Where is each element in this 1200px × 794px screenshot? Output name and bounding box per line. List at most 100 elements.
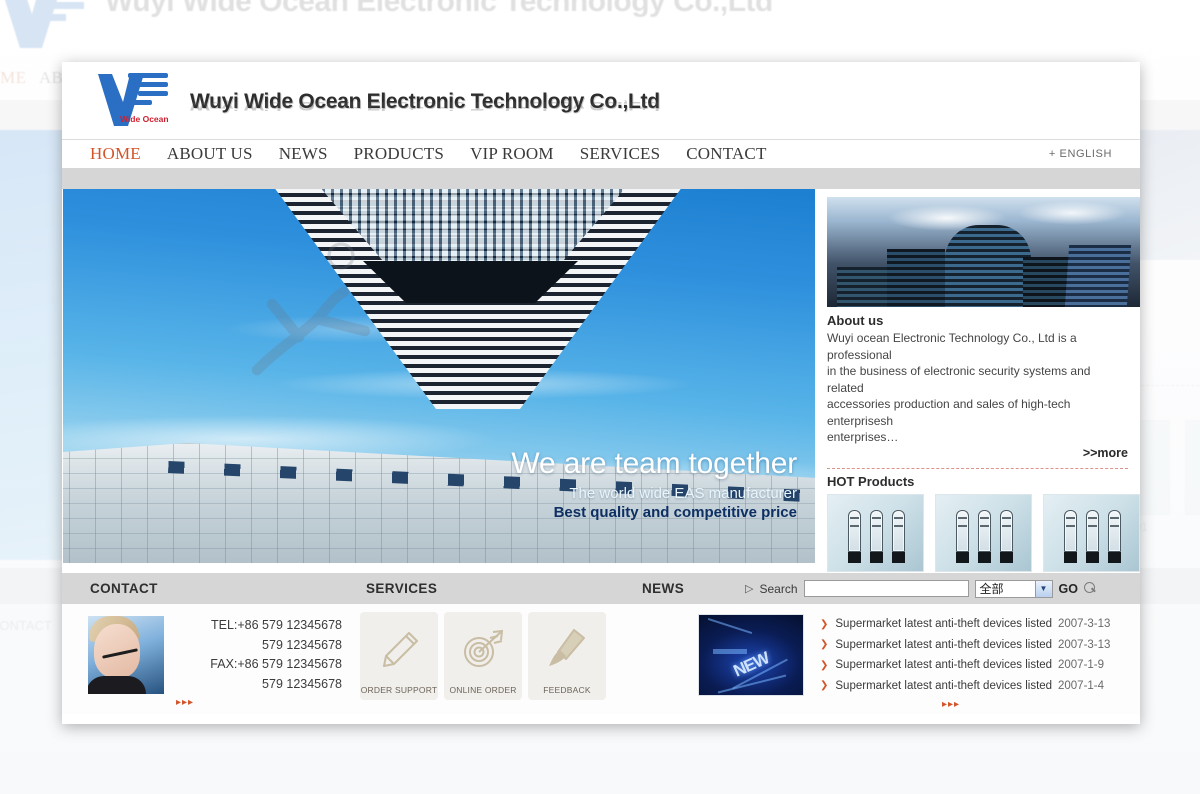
nav-item-list: HOME ABOUT US NEWS PRODUCTS VIP ROOM SER…	[62, 144, 793, 164]
footer-header-band: CONTACT SERVICES NEWS ▷ Search 全部 ▼ GO	[62, 573, 1140, 604]
ghost-product-box	[1185, 420, 1200, 515]
about-line-3: accessories production and sales of high…	[827, 397, 1071, 428]
footer-heading-contact: CONTACT	[90, 581, 158, 596]
bullet-arrow-icon: ❯	[820, 639, 829, 651]
about-building	[1023, 257, 1069, 307]
about-line-2: in the business of electronic security s…	[827, 364, 1091, 395]
about-us-heading: About us	[827, 313, 884, 328]
search-input[interactable]	[803, 580, 969, 597]
search-bar: ▷ Search 全部 ▼ GO	[745, 579, 1097, 598]
nav-item-products[interactable]: PRODUCTS	[354, 144, 457, 164]
service-card-online-order[interactable]: ONLINE ORDER	[444, 612, 522, 700]
site-header: Wide Ocean Wuyi Wide Ocean Electronic Te…	[62, 62, 1140, 139]
operator-shirt	[88, 676, 146, 694]
contact-more-link[interactable]: ▸▸▸	[176, 697, 342, 708]
footer-heading-services: SERVICES	[366, 581, 438, 596]
hero-tagline: Best quality and competitive price	[553, 504, 797, 521]
search-go-button[interactable]: GO	[1059, 582, 1078, 596]
news-block: NEW ❯ Supermarket latest anti-theft devi…	[698, 614, 1130, 710]
hero-text-block: We are team together The world wide EAS …	[511, 447, 797, 521]
search-category-value: 全部	[979, 582, 1004, 596]
news-title[interactable]: Supermarket latest anti-theft devices li…	[835, 659, 1058, 671]
news-title[interactable]: Supermarket latest anti-theft devices li…	[835, 680, 1058, 692]
main-content: We are team together The world wide EAS …	[62, 189, 1140, 588]
nav-item-contact[interactable]: CONTACT	[686, 144, 779, 164]
about-building	[837, 267, 889, 307]
about-us-image	[827, 197, 1140, 307]
services-block: ORDER SUPPORT ONLINE ORDER FEEDBACK	[360, 612, 606, 700]
news-streak	[713, 649, 747, 654]
ghost-product-label: Products01	[1185, 520, 1200, 534]
news-row[interactable]: ❯ Supermarket latest anti-theft devices …	[820, 655, 1130, 676]
hero-headline: We are team together	[511, 447, 797, 480]
contact-tel-1: TEL:+86 579 12345678	[210, 618, 342, 632]
news-thumbnail[interactable]: NEW	[698, 614, 804, 696]
about-building	[945, 225, 1031, 307]
chevron-down-icon[interactable]: ▼	[1034, 580, 1052, 597]
operator-photo	[88, 616, 164, 694]
hero-banner[interactable]: We are team together The world wide EAS …	[63, 189, 815, 563]
nav-item-vip-room[interactable]: VIP ROOM	[470, 144, 567, 164]
wide-ocean-logo-icon[interactable]: Wide Ocean	[90, 70, 176, 132]
logo-text-primary: Wide Ocean	[120, 114, 169, 124]
pencil-icon	[360, 624, 438, 674]
contact-block: TEL:+86 579 12345678 579 12345678 FAX:+8…	[88, 616, 342, 708]
contact-tel-2: 579 12345678	[262, 637, 342, 652]
bullet-arrow-icon: ❯	[820, 659, 829, 671]
nav-item-news[interactable]: NEWS	[279, 144, 341, 164]
hammer-icon	[528, 624, 606, 674]
service-label: ONLINE ORDER	[449, 685, 517, 695]
service-label: FEEDBACK	[543, 685, 591, 695]
target-arrow-icon	[444, 624, 522, 674]
nav-item-about-us[interactable]: ABOUT US	[167, 144, 266, 164]
news-more-link[interactable]: ▸▸▸	[942, 699, 1130, 710]
news-streak	[707, 617, 753, 635]
contact-details: TEL:+86 579 12345678 579 12345678 FAX:+8…	[176, 616, 342, 708]
search-arrow-icon: ▷	[745, 583, 754, 595]
ghost-company-title: Wuyi Wide Ocean Electronic Technology Co…	[105, 0, 773, 18]
hero-subline: The world wide EAS manufacturer	[569, 485, 797, 502]
service-card-feedback[interactable]: FEEDBACK	[528, 612, 606, 700]
news-row[interactable]: ❯ Supermarket latest anti-theft devices …	[820, 614, 1130, 635]
company-title: Wuyi Wide Ocean Electronic Technology Co…	[190, 90, 660, 113]
product-image	[827, 493, 924, 572]
nav-item-services[interactable]: SERVICES	[580, 144, 674, 164]
news-title[interactable]: Supermarket latest anti-theft devices li…	[835, 639, 1058, 651]
about-building	[1064, 245, 1132, 307]
footer-heading-news: NEWS	[642, 581, 685, 596]
news-date: 2007-1-4	[1058, 679, 1105, 692]
about-line-1: Wuyi ocean Electronic Technology Co., Lt…	[827, 331, 1077, 362]
bullet-arrow-icon: ❯	[820, 680, 829, 692]
magnifier-icon[interactable]	[1083, 582, 1097, 595]
service-label: ORDER SUPPORT	[360, 685, 438, 695]
section-dashed-separator	[827, 467, 1128, 469]
product-image	[935, 493, 1032, 572]
right-sidebar: About us Wuyi ocean Electronic Technolog…	[815, 189, 1140, 588]
bullet-arrow-icon: ❯	[820, 618, 829, 630]
contact-fax-2: 579 12345678	[262, 676, 342, 691]
news-title[interactable]: Supermarket latest anti-theft devices li…	[835, 618, 1058, 630]
news-list: ❯ Supermarket latest anti-theft devices …	[820, 614, 1130, 710]
about-building	[887, 249, 945, 307]
hot-products-heading: HOT Products	[827, 473, 915, 489]
news-date: 2007-3-13	[1058, 618, 1111, 631]
about-line-4: enterprises…	[827, 430, 899, 444]
main-navigation: HOME ABOUT US NEWS PRODUCTS VIP ROOM SER…	[62, 139, 1140, 168]
about-more-link[interactable]: >>more	[827, 446, 1128, 460]
news-date: 2007-3-13	[1058, 638, 1111, 651]
nav-item-home[interactable]: HOME	[90, 144, 154, 164]
language-switch-english[interactable]: + ENGLISH	[1049, 148, 1112, 160]
news-row[interactable]: ❯ Supermarket latest anti-theft devices …	[820, 635, 1130, 656]
news-row[interactable]: ❯ Supermarket latest anti-theft devices …	[820, 676, 1130, 697]
product-image	[1043, 493, 1140, 572]
about-cloud	[1017, 201, 1127, 225]
news-date: 2007-1-9	[1058, 659, 1105, 672]
header-grey-band	[62, 168, 1140, 189]
footer-body: TEL:+86 579 12345678 579 12345678 FAX:+8…	[62, 604, 1140, 714]
about-us-text: Wuyi ocean Electronic Technology Co., Lt…	[827, 330, 1128, 446]
contact-fax-1: FAX:+86 579 12345678	[210, 657, 342, 671]
search-category-select[interactable]: 全部 ▼	[974, 579, 1053, 598]
website-card: Wide Ocean Wuyi Wide Ocean Electronic Te…	[62, 62, 1140, 724]
search-label: Search	[759, 581, 798, 596]
service-card-order-support[interactable]: ORDER SUPPORT	[360, 612, 438, 700]
